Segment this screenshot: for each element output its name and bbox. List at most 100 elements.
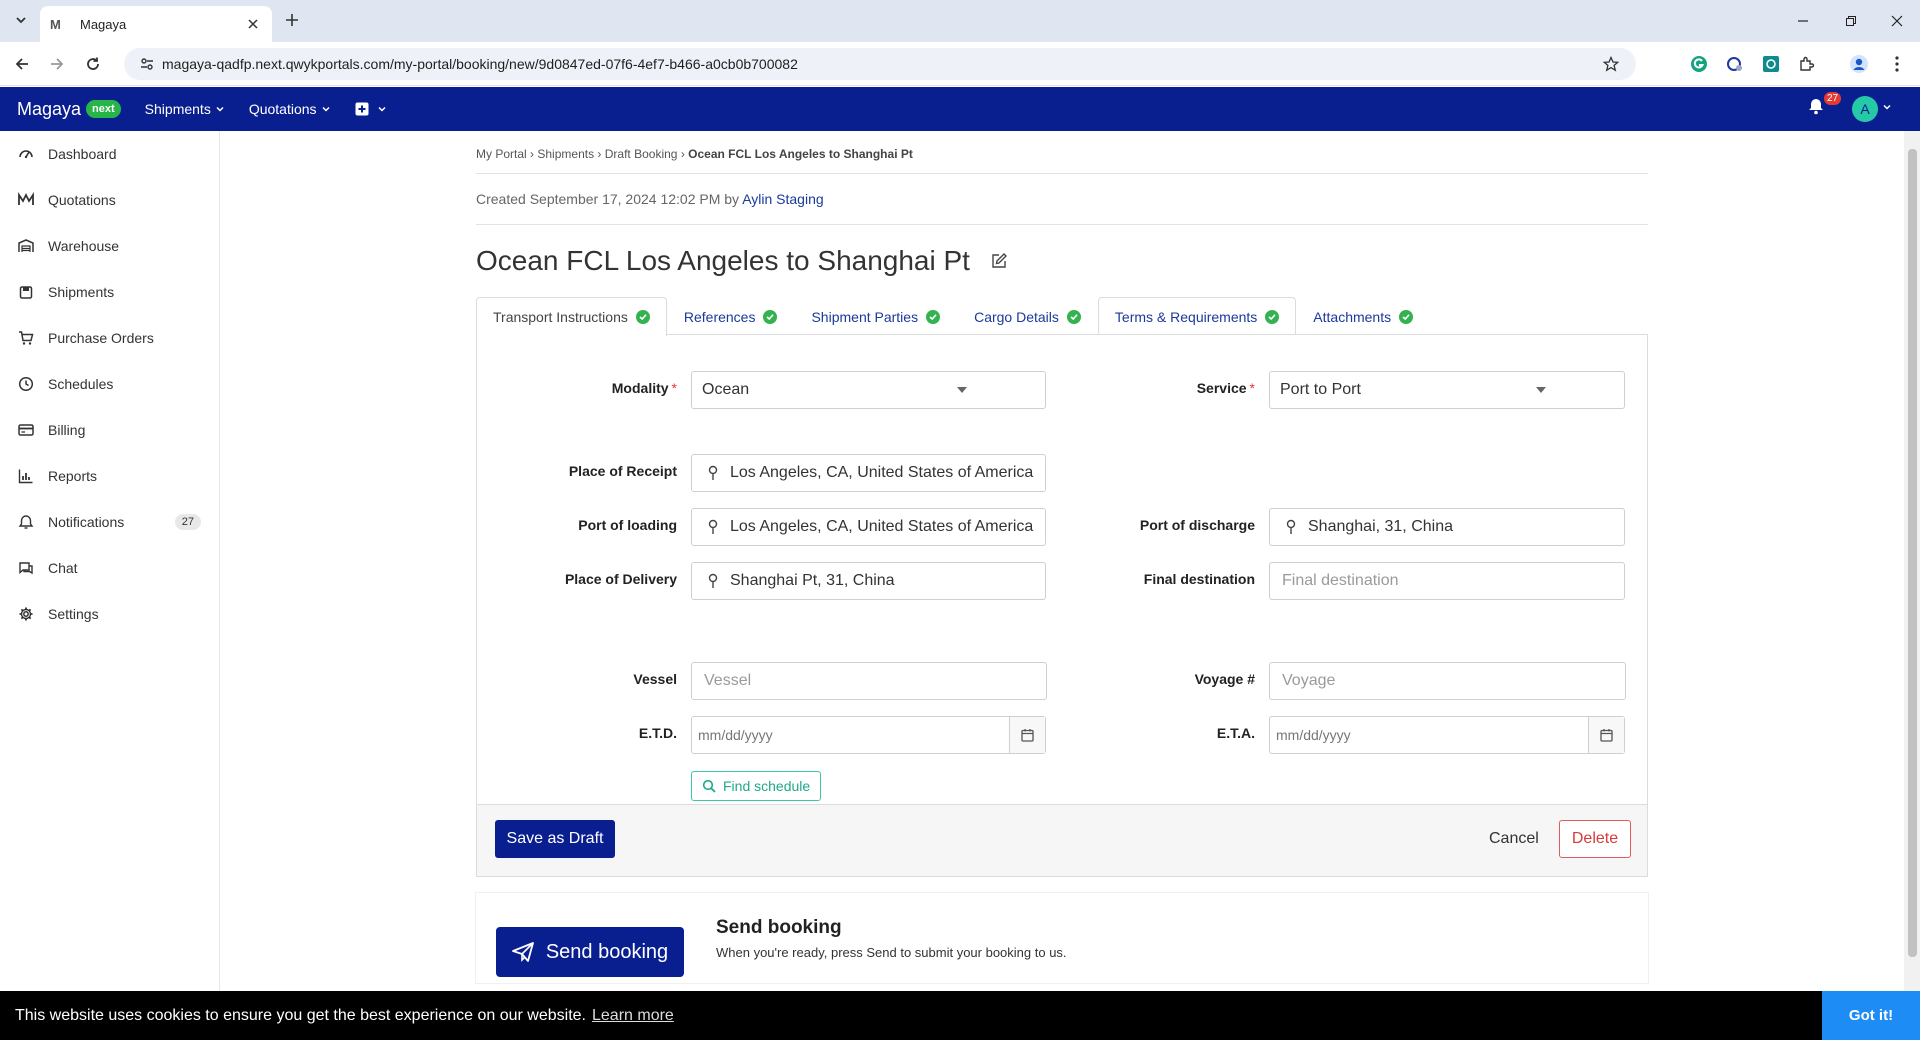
breadcrumb-my-portal[interactable]: My Portal: [476, 147, 527, 161]
cookie-learn-more-link[interactable]: Learn more: [592, 1007, 674, 1025]
cancel-button[interactable]: Cancel: [1489, 830, 1539, 848]
eta-label: E.T.A.: [1216, 725, 1255, 741]
find-schedule-button[interactable]: Find schedule: [691, 771, 822, 801]
sidebar-item-warehouse[interactable]: Warehouse: [0, 223, 219, 269]
sidebar-item-billing[interactable]: Billing: [0, 407, 219, 453]
chevron-down-icon: [216, 106, 224, 112]
create-new-menu[interactable]: [355, 102, 387, 116]
profile-icon[interactable]: [1848, 53, 1870, 75]
sidebar-item-label: Settings: [48, 606, 99, 622]
browser-menu-icon[interactable]: [1886, 53, 1908, 75]
edit-title-icon[interactable]: [990, 252, 1008, 270]
check-circle-icon: [1399, 309, 1414, 324]
final-destination-input[interactable]: Final destination: [1269, 562, 1625, 600]
page-scrollbar[interactable]: [1904, 131, 1920, 991]
site-info-icon[interactable]: [132, 56, 162, 72]
modality-select[interactable]: Ocean: [691, 371, 1046, 409]
address-bar[interactable]: magaya-qadfp.next.qwykportals.com/my-por…: [124, 48, 1636, 80]
nav-quotations-menu[interactable]: Quotations: [249, 101, 331, 117]
chevron-down-icon: [322, 106, 330, 112]
tab-references[interactable]: References: [667, 297, 795, 335]
sidebar-item-chat[interactable]: Chat: [0, 545, 219, 591]
grammarly-extension-icon[interactable]: [1688, 53, 1710, 75]
delete-button[interactable]: Delete: [1559, 820, 1631, 858]
created-text: Created September 17, 2024 12:02 PM by: [476, 191, 740, 207]
port-of-loading-input[interactable]: Los Angeles, CA, United States of Americ…: [691, 508, 1046, 546]
scrollbar-thumb[interactable]: [1908, 149, 1917, 957]
nav-shipments-menu[interactable]: Shipments: [145, 101, 225, 117]
nav-shipments-label: Shipments: [144, 101, 211, 117]
tab-title: Magaya: [80, 16, 127, 32]
tab-search-icon[interactable]: [10, 9, 32, 31]
password-extension-icon[interactable]: [1724, 53, 1746, 75]
brand-logo[interactable]: Magaya: [17, 99, 81, 120]
page-title-row: Ocean FCL Los Angeles to Shanghai Pt: [476, 245, 1648, 277]
caret-down-icon: [1447, 387, 1624, 393]
extensions-puzzle-icon[interactable]: [1796, 53, 1818, 75]
paper-plane-icon: [511, 942, 534, 962]
breadcrumb-shipments[interactable]: Shipments: [537, 147, 594, 161]
place-of-delivery-input[interactable]: Shanghai Pt, 31, China: [691, 562, 1046, 600]
sidebar-item-schedules[interactable]: Schedules: [0, 361, 219, 407]
voyage-label: Voyage #: [1194, 671, 1255, 687]
new-tab-icon[interactable]: [282, 10, 302, 30]
tab-shipment-parties[interactable]: Shipment Parties: [794, 297, 957, 335]
browser-tab[interactable]: M Magaya: [40, 6, 272, 42]
tab-cargo-details[interactable]: Cargo Details: [957, 297, 1098, 335]
eta-date-input[interactable]: mm/dd/yyyy: [1269, 716, 1625, 754]
reload-icon[interactable]: [82, 53, 104, 75]
place-of-delivery-value: Shanghai Pt, 31, China: [730, 572, 895, 589]
sidebar-item-purchase-orders[interactable]: Purchase Orders: [0, 315, 219, 361]
breadcrumb: My Portal › Shipments › Draft Booking › …: [476, 147, 1648, 161]
sidebar-item-label: Reports: [48, 468, 98, 484]
sidebar: Dashboard Quotations Warehouse Shipments…: [0, 131, 220, 991]
cookie-accept-button[interactable]: Got it!: [1822, 991, 1920, 1040]
breadcrumb-draft-booking[interactable]: Draft Booking: [605, 147, 678, 161]
close-tab-icon[interactable]: [244, 15, 262, 33]
tab-attachments[interactable]: Attachments: [1296, 297, 1430, 335]
back-icon[interactable]: [11, 53, 33, 75]
booking-tabs: Transport Instructions References Shipme…: [476, 297, 1648, 336]
sidebar-item-shipments[interactable]: Shipments: [0, 269, 219, 315]
tab-transport-instructions[interactable]: Transport Instructions: [476, 297, 667, 336]
sidebar-item-notifications[interactable]: Notifications 27: [0, 499, 219, 545]
minimize-icon[interactable]: [1780, 0, 1826, 42]
sidebar-item-reports[interactable]: Reports: [0, 453, 219, 499]
service-select[interactable]: Port to Port: [1269, 371, 1625, 409]
user-avatar[interactable]: A: [1852, 96, 1878, 122]
bookmark-star-icon[interactable]: [1596, 56, 1626, 72]
save-as-draft-button[interactable]: Save as Draft: [495, 820, 615, 858]
sidebar-item-dashboard[interactable]: Dashboard: [0, 131, 219, 177]
voyage-placeholder: Voyage: [1282, 672, 1336, 689]
close-window-icon[interactable]: [1874, 0, 1920, 42]
place-of-receipt-input[interactable]: Los Angeles, CA, United States of Americ…: [691, 454, 1046, 492]
chevron-down-icon[interactable]: [1882, 102, 1892, 112]
bell-icon: [16, 512, 36, 532]
check-circle-icon: [1066, 309, 1081, 324]
calendar-icon[interactable]: [1588, 717, 1624, 753]
map-pin-icon: [702, 519, 724, 535]
sidebar-item-settings[interactable]: Settings: [0, 591, 219, 637]
check-circle-icon: [1265, 309, 1280, 324]
notifications-bell-icon[interactable]: [1808, 97, 1824, 115]
forward-icon[interactable]: [46, 53, 68, 75]
next-badge: next: [86, 100, 121, 118]
shipments-icon: [16, 282, 36, 302]
voyage-input[interactable]: Voyage: [1269, 662, 1626, 700]
warehouse-icon: [16, 236, 36, 256]
sidebar-item-quotations[interactable]: Quotations: [0, 177, 219, 223]
etd-date-input[interactable]: mm/dd/yyyy: [691, 716, 1046, 754]
cookie-banner: This website uses cookies to ensure you …: [0, 991, 1920, 1040]
billing-icon: [16, 420, 36, 440]
restore-icon[interactable]: [1828, 0, 1874, 42]
chevron-down-icon: [378, 106, 386, 112]
vessel-input[interactable]: Vessel: [691, 662, 1047, 700]
port-of-discharge-input[interactable]: Shanghai, 31, China: [1269, 508, 1625, 546]
map-pin-icon: [1280, 519, 1302, 535]
created-by-link[interactable]: Aylin Staging: [742, 191, 823, 207]
send-booking-button[interactable]: Send booking: [496, 927, 684, 977]
teal-extension-icon[interactable]: [1760, 53, 1782, 75]
port-of-loading-label: Port of loading: [578, 517, 677, 533]
tab-terms-requirements[interactable]: Terms & Requirements: [1097, 297, 1297, 335]
calendar-icon[interactable]: [1009, 717, 1045, 753]
